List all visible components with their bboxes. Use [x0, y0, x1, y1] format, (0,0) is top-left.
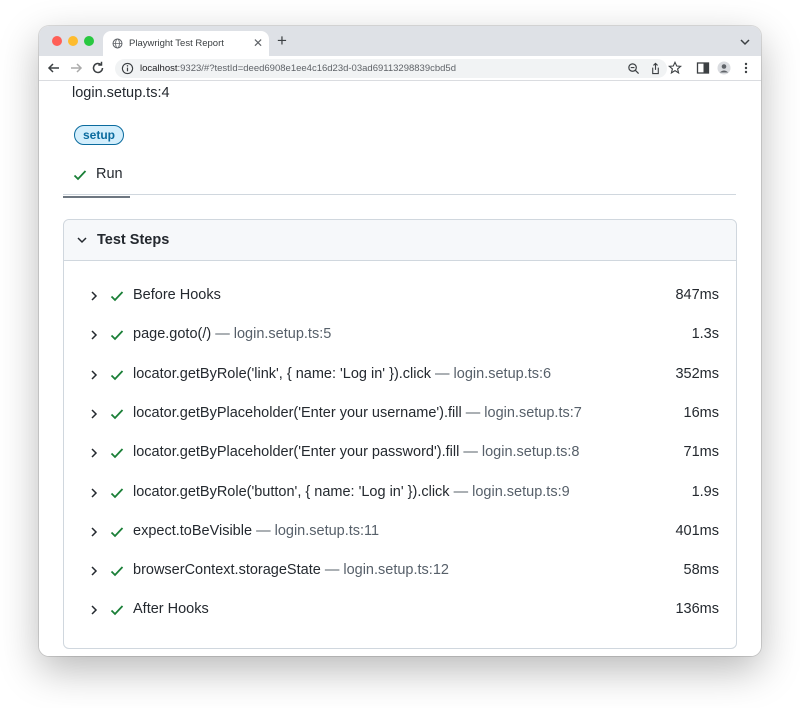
step-title-text: page.goto(/): [133, 326, 212, 342]
maximize-window-button[interactable]: [84, 36, 94, 46]
step-title: After Hooks: [133, 601, 209, 617]
chevron-right-icon[interactable]: [89, 604, 99, 616]
step-title-text: locator.getByPlaceholder('Enter your pas…: [133, 444, 460, 460]
step-row[interactable]: browserContext.storageState — login.setu…: [64, 556, 736, 586]
url-text: localhost:9323/#?testId=deed6908e1ee4c16…: [140, 63, 456, 74]
chevron-right-icon[interactable]: [89, 408, 99, 420]
step-title: locator.getByRole('link', { name: 'Log i…: [133, 366, 551, 382]
browser-window: Playwright Test Report ✕ + localhost:932…: [39, 26, 761, 656]
chevron-down-icon[interactable]: [739, 36, 751, 48]
side-panel-icon[interactable]: [696, 61, 710, 75]
check-icon: [110, 527, 124, 538]
step-title-text: Before Hooks: [133, 287, 221, 303]
share-icon[interactable]: [649, 62, 662, 75]
browser-toolbar: localhost:9323/#?testId=deed6908e1ee4c16…: [39, 56, 761, 81]
report-content: login.setup.ts:4 setup Run Test Steps Be…: [39, 81, 761, 656]
step-row[interactable]: locator.getByRole('button', { name: 'Log…: [64, 478, 736, 508]
tab-title: Playwright Test Report: [129, 38, 224, 49]
check-icon: [110, 409, 124, 420]
tabs-divider: [63, 194, 736, 195]
step-title: expect.toBeVisible — login.setup.ts:11: [133, 523, 379, 539]
test-location: login.setup.ts:4: [72, 85, 170, 101]
step-row[interactable]: locator.getByPlaceholder('Enter your pas…: [64, 438, 736, 468]
chevron-right-icon[interactable]: [89, 487, 99, 499]
step-row[interactable]: locator.getByPlaceholder('Enter your use…: [64, 399, 736, 429]
step-location[interactable]: — login.setup.ts:8: [463, 444, 579, 460]
check-icon: [110, 605, 124, 616]
tab-strip: Playwright Test Report ✕ +: [39, 26, 761, 56]
kebab-menu-icon[interactable]: [739, 61, 753, 75]
step-location[interactable]: — login.setup.ts:7: [466, 405, 582, 421]
step-title: locator.getByRole('button', { name: 'Log…: [133, 484, 570, 500]
step-title-text: locator.getByPlaceholder('Enter your use…: [133, 405, 462, 421]
step-title-text: locator.getByRole('button', { name: 'Log…: [133, 484, 450, 500]
step-location[interactable]: — login.setup.ts:11: [256, 523, 379, 539]
close-window-button[interactable]: [52, 36, 62, 46]
step-location[interactable]: — login.setup.ts:9: [454, 484, 570, 500]
zoom-icon[interactable]: [627, 62, 640, 75]
step-location[interactable]: — login.setup.ts:5: [215, 326, 331, 342]
back-arrow-icon[interactable]: [46, 60, 62, 76]
step-title-text: expect.toBeVisible: [133, 523, 253, 539]
step-duration: 58ms: [683, 562, 719, 578]
test-steps-title: Test Steps: [97, 232, 170, 248]
browser-tab[interactable]: Playwright Test Report ✕: [103, 31, 269, 56]
address-bar[interactable]: localhost:9323/#?testId=deed6908e1ee4c16…: [115, 59, 667, 78]
step-location[interactable]: — login.setup.ts:6: [435, 366, 551, 382]
tab-close-icon[interactable]: ✕: [253, 36, 263, 50]
step-title: Before Hooks: [133, 287, 221, 303]
site-info-icon[interactable]: [121, 62, 134, 75]
step-duration: 847ms: [675, 287, 719, 303]
step-duration: 401ms: [675, 523, 719, 539]
bookmark-star-icon[interactable]: [668, 61, 682, 75]
chevron-right-icon[interactable]: [89, 290, 99, 302]
tab-run[interactable]: Run: [63, 158, 130, 198]
chevron-down-icon: [77, 237, 87, 244]
plus-icon[interactable]: +: [277, 31, 287, 51]
step-row[interactable]: Before Hooks 847ms: [64, 281, 736, 311]
globe-icon: [112, 38, 123, 49]
step-duration: 1.9s: [691, 484, 719, 500]
profile-avatar-icon[interactable]: [717, 61, 731, 75]
reload-icon[interactable]: [90, 60, 106, 76]
check-icon: [110, 291, 124, 302]
step-duration: 352ms: [675, 366, 719, 382]
forward-arrow-icon[interactable]: [68, 60, 84, 76]
step-row[interactable]: page.goto(/) — login.setup.ts:5 1.3s: [64, 320, 736, 350]
check-icon: [73, 170, 87, 181]
chevron-right-icon[interactable]: [89, 329, 99, 341]
chevron-right-icon[interactable]: [89, 447, 99, 459]
step-title: locator.getByPlaceholder('Enter your pas…: [133, 444, 579, 460]
minimize-window-button[interactable]: [68, 36, 78, 46]
check-icon: [110, 566, 124, 577]
step-title-text: locator.getByRole('link', { name: 'Log i…: [133, 366, 431, 382]
step-location[interactable]: — login.setup.ts:12: [325, 562, 449, 578]
step-title-text: After Hooks: [133, 601, 209, 617]
step-row[interactable]: expect.toBeVisible — login.setup.ts:11 40…: [64, 517, 736, 547]
test-steps-header[interactable]: Test Steps: [64, 220, 736, 261]
step-duration: 71ms: [683, 444, 719, 460]
step-title: locator.getByPlaceholder('Enter your use…: [133, 405, 582, 421]
test-steps-panel: Test Steps Before Hooks 847ms page.goto(/)…: [63, 219, 737, 649]
step-title: page.goto(/) — login.setup.ts:5: [133, 326, 331, 342]
chevron-right-icon[interactable]: [89, 526, 99, 538]
step-row[interactable]: locator.getByRole('link', { name: 'Log i…: [64, 360, 736, 390]
chevron-right-icon[interactable]: [89, 369, 99, 381]
step-title-text: browserContext.storageState: [133, 562, 321, 578]
step-title: browserContext.storageState — login.setu…: [133, 562, 449, 578]
step-duration: 1.3s: [691, 326, 719, 342]
check-icon: [110, 488, 124, 499]
step-duration: 16ms: [683, 405, 719, 421]
check-icon: [110, 448, 124, 459]
step-duration: 136ms: [675, 601, 719, 617]
tab-run-label: Run: [96, 166, 123, 182]
check-icon: [110, 370, 124, 381]
project-label-setup[interactable]: setup: [74, 125, 125, 145]
chevron-right-icon[interactable]: [89, 565, 99, 577]
step-row[interactable]: After Hooks 136ms: [64, 595, 736, 625]
check-icon: [110, 330, 124, 341]
